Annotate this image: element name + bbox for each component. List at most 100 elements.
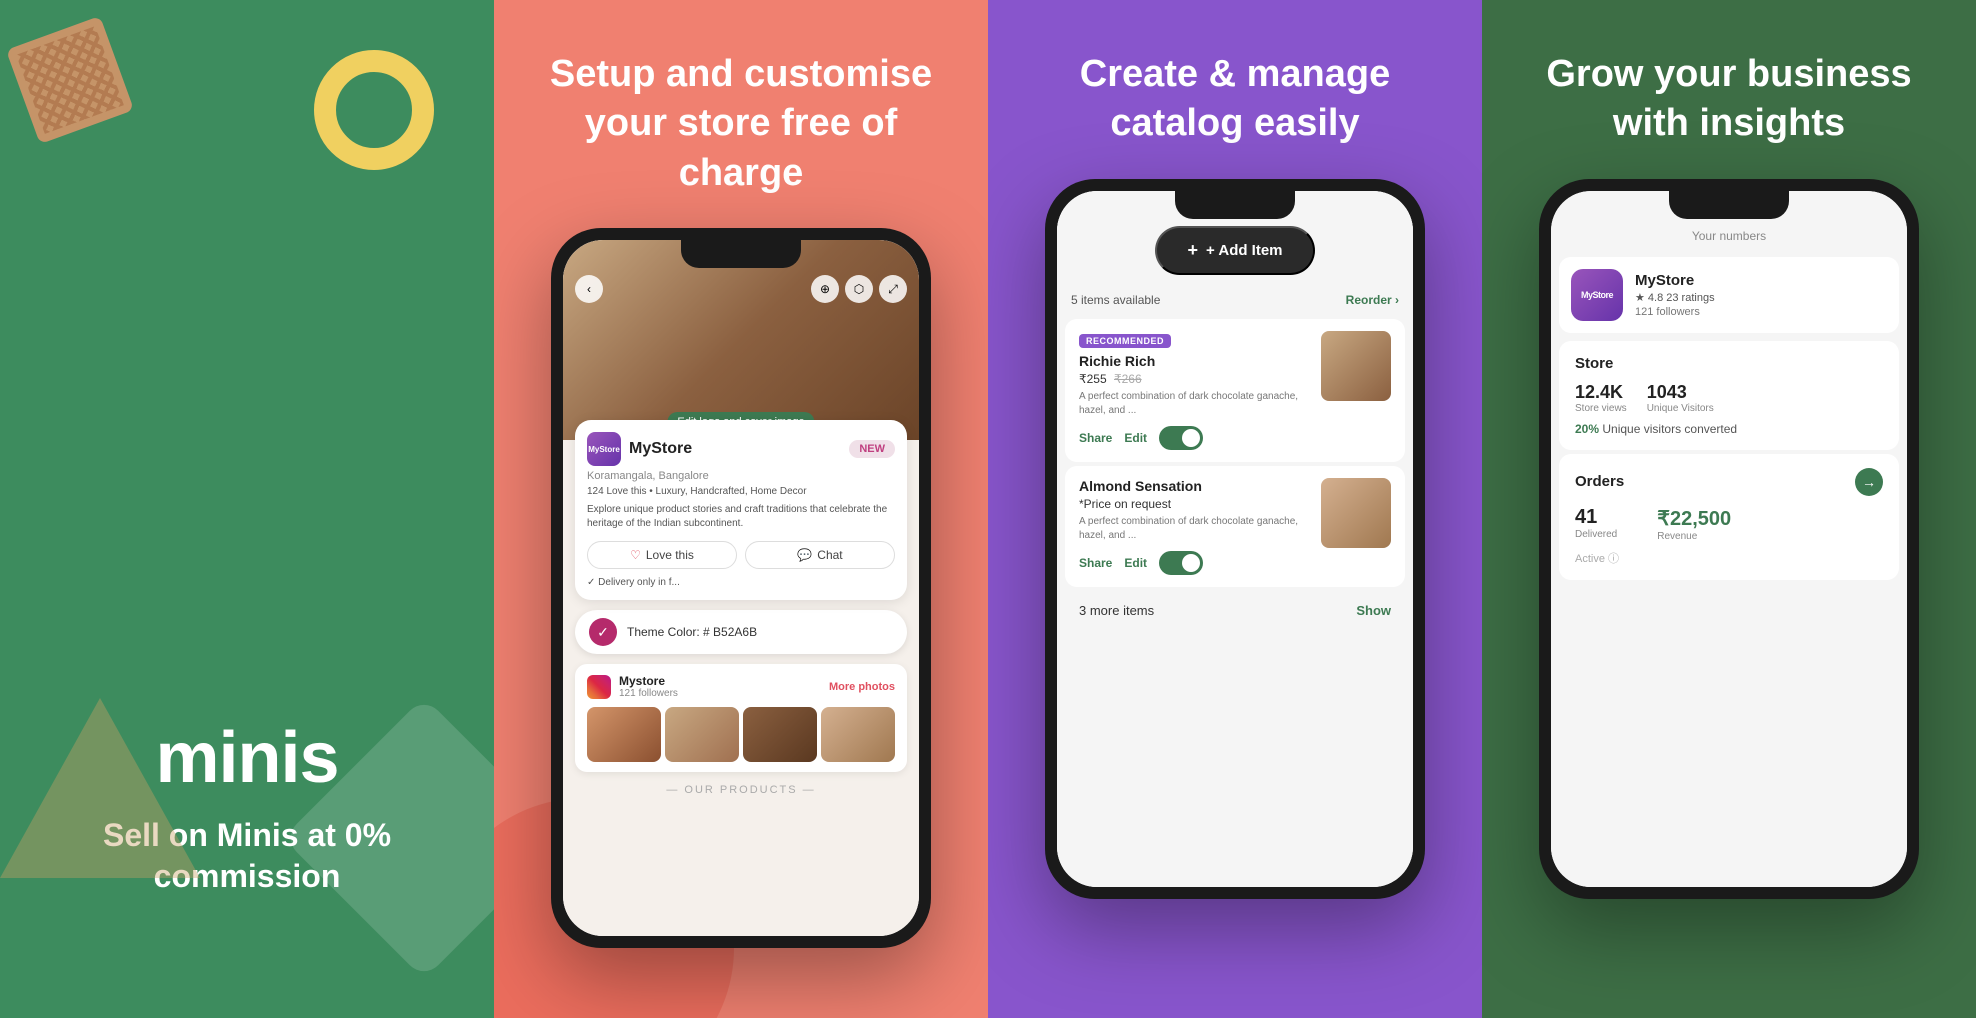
phone4-notch: [1669, 191, 1789, 219]
insta-photos: [587, 707, 895, 762]
phone3-screen: + + Add Item 5 items available Reorder ›…: [1057, 191, 1413, 887]
items-count: 5 items available: [1071, 293, 1160, 307]
stat-views-number: 12.4K: [1575, 382, 1627, 403]
order-revenue-label: Revenue: [1657, 531, 1731, 542]
theme-color-dot: ✓: [589, 618, 617, 646]
nav-icons-right: ⊕ ⬡ ⤢: [811, 275, 907, 303]
back-icon[interactable]: ‹: [575, 275, 603, 303]
stats-section: Store 12.4K Store views 1043 Unique Visi…: [1559, 341, 1899, 450]
insta-photo-4: [821, 707, 895, 762]
add-item-button[interactable]: + + Add Item: [1155, 226, 1314, 275]
order-delivered-label: Delivered: [1575, 529, 1617, 540]
phone2-nav: ‹ ⊕ ⬡ ⤢: [563, 275, 919, 303]
share-icon[interactable]: ⬡: [845, 275, 873, 303]
insta-more-btn[interactable]: More photos: [829, 681, 895, 693]
orders-title: Orders: [1575, 473, 1624, 490]
orders-arrow-icon[interactable]: →: [1855, 468, 1883, 496]
recommended-badge-1: RECOMMENDED: [1079, 334, 1171, 348]
item-1-desc: A perfect combination of dark chocolate …: [1079, 390, 1311, 418]
phone2-hero: ‹ ⊕ ⬡ ⤢ Edit logo and cover image: [563, 240, 919, 440]
items-count-row: 5 items available Reorder ›: [1057, 285, 1413, 315]
chat-button[interactable]: 💬 Chat: [745, 541, 895, 569]
insta-left: Mystore 121 followers: [587, 674, 678, 699]
store-location: Koramangala, Bangalore: [587, 470, 895, 482]
stat-views-label: Store views: [1575, 403, 1627, 414]
more-items-text: 3 more items: [1079, 603, 1154, 618]
order-delivered: 41 Delivered: [1575, 506, 1617, 542]
check-icon: ✓: [597, 624, 609, 641]
instagram-icon: [587, 675, 611, 699]
orders-section: Orders → 41 Delivered ₹22,500 Revenue: [1559, 454, 1899, 580]
mystore-logo: MyStore: [1571, 269, 1623, 321]
instagram-section: Mystore 121 followers More photos: [575, 664, 907, 772]
item-2-price-val: *Price on request: [1079, 497, 1171, 511]
phone3-notch: [1175, 191, 1295, 219]
more-items-row: 3 more items Show: [1057, 591, 1413, 630]
panel-1: minis Sell on Minis at 0% commission: [0, 0, 494, 1018]
panel3-title: Create & manage catalog easily: [1040, 50, 1430, 149]
store-desc: Explore unique product stories and craft…: [587, 503, 895, 531]
catalog-item-1-info: RECOMMENDED Richie Rich ₹255 ₹266 A perf…: [1079, 331, 1311, 450]
item-2-desc: A perfect combination of dark chocolate …: [1079, 515, 1311, 543]
phone2-screen: ‹ ⊕ ⬡ ⤢ Edit logo and cover image: [563, 240, 919, 936]
stats-section-title: Store: [1575, 355, 1883, 372]
theme-color-pill[interactable]: ✓ Theme Color: # B52A6B: [575, 610, 907, 654]
store-tags: 124 Love this • Luxury, Handcrafted, Hom…: [587, 486, 895, 497]
store-actions: ♡ Love this 💬 Chat: [587, 541, 895, 569]
phone-notch: [681, 240, 801, 268]
chat-bubble-icon: 💬: [797, 548, 812, 562]
mystore-followers: 121 followers: [1635, 306, 1715, 318]
item-1-name: Richie Rich: [1079, 353, 1311, 369]
love-btn-label: Love this: [646, 548, 694, 562]
phone-2-mockup: ‹ ⊕ ⬡ ⤢ Edit logo and cover image: [551, 228, 931, 948]
phone4-screen: Your numbers MyStore MyStore ★ 4.8 23 ra…: [1551, 191, 1907, 887]
search-icon[interactable]: ⊕: [811, 275, 839, 303]
panel4-title: Grow your business with insights: [1506, 50, 1951, 149]
item-1-price-val: ₹255: [1079, 372, 1107, 386]
item-2-price: *Price on request: [1079, 497, 1311, 511]
panel-3: Create & manage catalog easily + + Add I…: [988, 0, 1482, 1018]
stats-row: 12.4K Store views 1043 Unique Visitors: [1575, 382, 1883, 414]
item-1-share-btn[interactable]: Share: [1079, 431, 1112, 445]
store-header: MyStore MyStore NEW: [587, 432, 895, 466]
insta-name: Mystore: [619, 674, 678, 688]
panel2-title: Setup and customise your store free of c…: [494, 50, 988, 198]
add-item-label: + Add Item: [1206, 242, 1283, 259]
conversion-pct: 20%: [1575, 422, 1599, 436]
stat-views: 12.4K Store views: [1575, 382, 1627, 414]
more-icon[interactable]: ⤢: [879, 275, 907, 303]
love-this-button[interactable]: ♡ Love this: [587, 541, 737, 569]
conversion-label: Unique visitors converted: [1602, 422, 1737, 436]
mystore-info: MyStore ★ 4.8 23 ratings 121 followers: [1635, 272, 1715, 318]
theme-color-text: Theme Color: # B52A6B: [627, 625, 757, 639]
chat-btn-label: Chat: [817, 548, 842, 562]
conversion-text: 20% Unique visitors converted: [1575, 422, 1883, 436]
item-1-actions: Share Edit: [1079, 426, 1311, 450]
item-2-name: Almond Sensation: [1079, 478, 1311, 494]
reorder-button[interactable]: Reorder ›: [1346, 293, 1399, 307]
deco-triangle: [0, 698, 200, 878]
catalog-item-1: RECOMMENDED Richie Rich ₹255 ₹266 A perf…: [1065, 319, 1405, 462]
item-2-thumbnail: [1321, 478, 1391, 548]
item-2-share-btn[interactable]: Share: [1079, 556, 1112, 570]
item-2-edit-btn[interactable]: Edit: [1124, 556, 1147, 570]
insta-header: Mystore 121 followers More photos: [587, 674, 895, 699]
orders-row: 41 Delivered ₹22,500 Revenue: [1575, 506, 1883, 542]
phone-2-inner: ‹ ⊕ ⬡ ⤢ Edit logo and cover image: [563, 240, 919, 936]
plus-icon: +: [1187, 240, 1198, 261]
item-1-price: ₹255 ₹266: [1079, 372, 1311, 386]
show-more-button[interactable]: Show: [1356, 603, 1391, 618]
deco-waffle: [6, 16, 134, 144]
insta-followers: 121 followers: [619, 688, 678, 699]
deco-ring: [314, 50, 434, 170]
order-revenue: ₹22,500 Revenue: [1657, 506, 1731, 542]
item-1-edit-btn[interactable]: Edit: [1124, 431, 1147, 445]
panel-2: Setup and customise your store free of c…: [494, 0, 988, 1018]
store-avatar: MyStore: [587, 432, 621, 466]
heart-icon: ♡: [630, 548, 641, 562]
store-new-badge: NEW: [849, 440, 895, 458]
catalog-item-2-info: Almond Sensation *Price on request A per…: [1079, 478, 1311, 575]
item-2-toggle[interactable]: [1159, 551, 1203, 575]
item-1-toggle[interactable]: [1159, 426, 1203, 450]
insta-photo-1: [587, 707, 661, 762]
